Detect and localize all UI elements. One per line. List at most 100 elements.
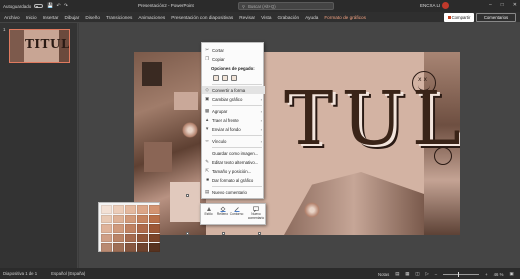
tab-inicio[interactable]: Inicio [26, 15, 37, 20]
menu-item-format-graphic[interactable]: ◾ Dar formato al gráfico [202, 176, 265, 184]
color-swatch[interactable] [137, 233, 148, 242]
menu-separator [212, 186, 262, 187]
graphic-icon: ▣ [205, 96, 210, 101]
color-swatch[interactable] [149, 243, 160, 252]
tab-presentacion[interactable]: Presentación con diapositivas [171, 15, 233, 20]
menu-item-group[interactable]: ▩ Agrupar › [202, 107, 265, 115]
avatar[interactable] [442, 2, 449, 9]
color-swatch[interactable] [101, 233, 112, 242]
menu-item-convert-shape[interactable]: ◇ Convertir a forma [202, 86, 265, 94]
undo-icon[interactable]: ↶ [57, 3, 61, 9]
slide-title[interactable]: TULO [284, 82, 460, 156]
color-swatch[interactable] [113, 243, 124, 252]
flower-decoration [182, 122, 198, 138]
resize-handle[interactable] [186, 194, 189, 197]
fill-button[interactable]: Relleno [216, 206, 229, 224]
reading-view-icon[interactable]: ◫ [415, 271, 419, 277]
color-swatch[interactable] [137, 214, 148, 223]
resize-handle[interactable] [222, 232, 225, 235]
normal-view-icon[interactable]: ▤ [395, 271, 399, 277]
tab-grabacion[interactable]: Grabación [277, 15, 299, 20]
zoom-slider[interactable] [443, 271, 480, 277]
slide[interactable]: TULO [134, 52, 460, 235]
autosave-toggle[interactable] [34, 4, 44, 8]
tab-archivo[interactable]: Archivo [4, 15, 20, 20]
tab-animaciones[interactable]: Animaciones [138, 15, 165, 20]
menu-label: Vínculo [212, 138, 227, 144]
color-swatch[interactable] [101, 243, 112, 252]
menu-label: Tamaño y posición... [212, 168, 252, 174]
color-swatch[interactable] [149, 214, 160, 223]
tab-formato-graficos[interactable]: Formato de gráficos [324, 15, 366, 20]
slideshow-icon[interactable]: ▷ [425, 271, 428, 277]
redo-icon[interactable]: ↷ [64, 3, 68, 9]
menu-item-link[interactable]: ∞ Vínculo › [202, 137, 265, 145]
zoom-out-icon[interactable]: – [435, 272, 437, 277]
color-swatch[interactable] [149, 224, 160, 233]
slide-thumbnail-1[interactable]: TITULO [9, 29, 70, 63]
notes-button[interactable]: Notas [378, 272, 389, 277]
resize-handle[interactable] [186, 232, 189, 235]
sorter-view-icon[interactable]: ▦ [405, 271, 409, 277]
menu-item-cut[interactable]: ✂ Cortar [202, 46, 265, 54]
search-box[interactable]: ⚲ Buscar (Alt+Q) [238, 2, 334, 10]
comments-button[interactable]: Comentarios [476, 13, 516, 22]
slide-number: 1 [3, 27, 6, 32]
minimize-icon[interactable]: – [489, 2, 492, 8]
color-swatch[interactable] [125, 205, 136, 214]
color-swatch[interactable] [113, 233, 124, 242]
color-swatch[interactable] [101, 214, 112, 223]
color-swatch[interactable] [137, 205, 148, 214]
new-comment-button[interactable]: Nuevo comentario [247, 206, 265, 224]
paste-icon[interactable] [231, 75, 237, 81]
color-swatch[interactable] [149, 233, 160, 242]
menu-item-size-position[interactable]: ⇱ Tamaño y posición... [202, 167, 265, 175]
color-swatch[interactable] [113, 224, 124, 233]
menu-item-change-graphic[interactable]: ▣ Cambiar gráfico › [202, 95, 265, 103]
close-icon[interactable]: ✕ [513, 2, 517, 8]
tab-ayuda[interactable]: Ayuda [305, 15, 318, 20]
color-swatch[interactable] [125, 224, 136, 233]
menu-item-send-back[interactable]: ▼ Enviar al fondo › [202, 125, 265, 133]
tab-transiciones[interactable]: Transiciones [106, 15, 132, 20]
tab-dibujar[interactable]: Dibujar [65, 15, 80, 20]
resize-handle[interactable] [258, 232, 261, 235]
tab-vista[interactable]: Vista [261, 15, 271, 20]
tab-insertar[interactable]: Insertar [43, 15, 59, 20]
color-swatch[interactable] [125, 243, 136, 252]
tab-revisar[interactable]: Revisar [239, 15, 255, 20]
style-button[interactable]: Estilo [202, 206, 215, 224]
collage-piece [174, 92, 198, 110]
color-swatch[interactable] [137, 224, 148, 233]
color-swatch[interactable] [113, 214, 124, 223]
zoom-level[interactable]: 46 % [494, 272, 504, 277]
paste-icon[interactable] [213, 75, 219, 81]
color-swatch[interactable] [137, 243, 148, 252]
group-icon: ▩ [205, 108, 210, 113]
language-indicator[interactable]: Español (España) [51, 271, 85, 276]
menu-item-copy[interactable]: ❐ Copiar [202, 55, 265, 63]
menu-separator [212, 105, 262, 106]
color-swatch[interactable] [113, 205, 124, 214]
color-swatch[interactable] [125, 233, 136, 242]
shape-icon: ◇ [205, 87, 209, 92]
menu-item-new-comment[interactable]: ▤ Nuevo comentario [202, 188, 265, 196]
fit-slide-icon[interactable]: ▣ [509, 271, 513, 277]
save-icon[interactable]: 💾 [47, 3, 53, 9]
paste-icon[interactable] [222, 75, 228, 81]
menu-item-alt-text[interactable]: ✎ Editar texto alternativo... [202, 158, 265, 166]
maximize-icon[interactable]: □ [501, 2, 504, 8]
outline-button[interactable]: Contorno [230, 206, 243, 224]
user-name[interactable]: ENCXA LI [420, 3, 440, 8]
zoom-in-icon[interactable]: + [485, 272, 488, 277]
share-button[interactable]: Compartir [444, 13, 474, 22]
color-swatch[interactable] [149, 205, 160, 214]
menu-item-bring-front[interactable]: ▲ Traer al frente › [202, 116, 265, 124]
flower-decoration [304, 202, 320, 218]
color-swatch[interactable] [101, 205, 112, 214]
menu-label: Cambiar gráfico [212, 96, 243, 102]
tab-diseno[interactable]: Diseño [85, 15, 100, 20]
color-swatch[interactable] [125, 214, 136, 223]
menu-item-save-image[interactable]: Guardar como imagen... [202, 149, 265, 157]
color-swatch[interactable] [101, 224, 112, 233]
